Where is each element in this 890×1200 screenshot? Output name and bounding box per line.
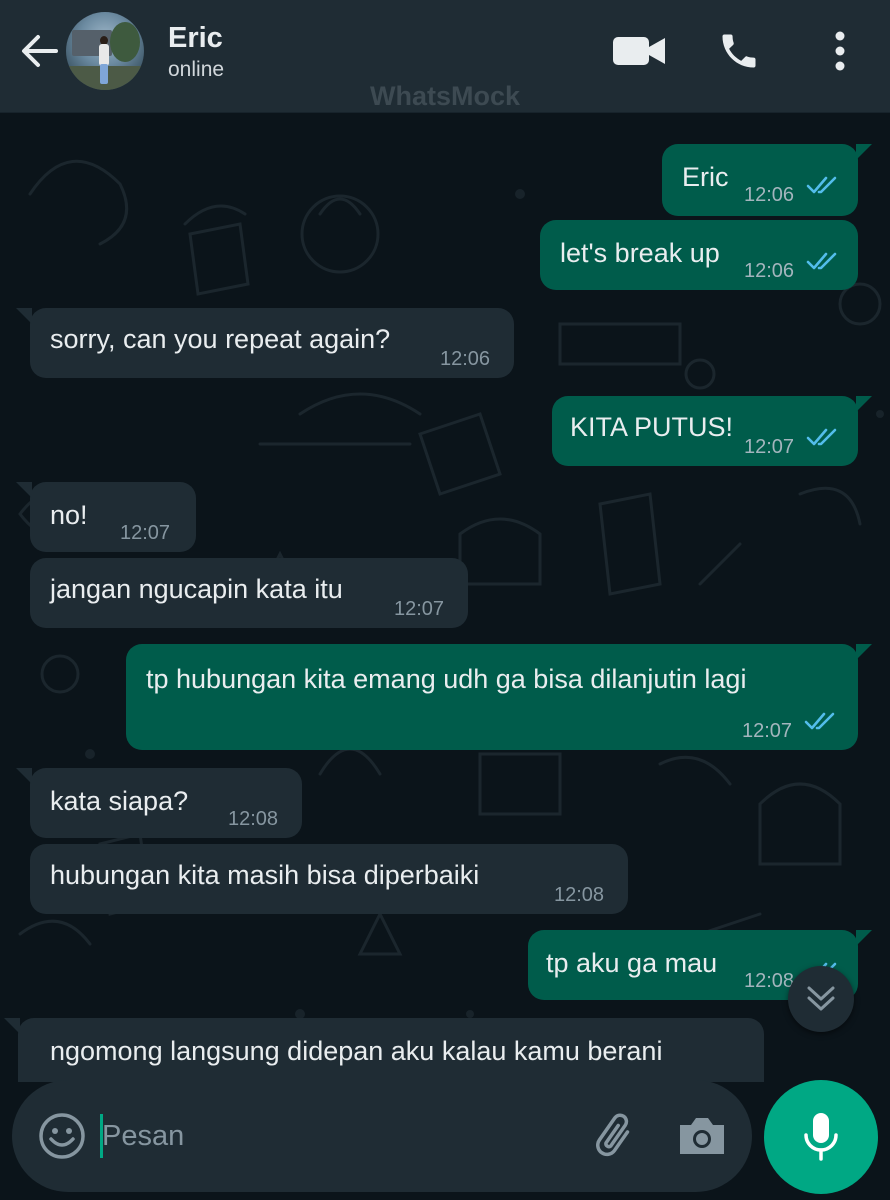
message-bubble-incoming[interactable]: no! 12:07 xyxy=(16,482,196,552)
message-text: jangan ngucapin kata itu xyxy=(50,574,343,604)
double-chevron-down-icon xyxy=(807,986,835,1011)
read-receipt-icon xyxy=(804,712,835,730)
message-text: tp hubungan kita emang udh ga bisa dilan… xyxy=(146,664,747,694)
contact-avatar[interactable] xyxy=(66,12,144,90)
message-time: 12:07 xyxy=(394,598,445,620)
message-bubble-outgoing[interactable]: tp hubungan kita emang udh ga bisa dilan… xyxy=(126,644,872,750)
read-receipt-icon xyxy=(806,252,837,270)
message-time: 12:08 xyxy=(228,808,279,830)
message-time: 12:07 xyxy=(744,436,795,458)
message-text: let's break up xyxy=(560,238,720,268)
message-time: 12:08 xyxy=(554,884,605,906)
message-list[interactable]: Eric 12:06 let's break up 12:06 sorry, c… xyxy=(0,114,890,1082)
back-arrow-icon[interactable] xyxy=(18,30,60,72)
app-watermark: WhatsMock xyxy=(369,81,521,111)
message-bubble-outgoing[interactable]: let's break up 12:06 xyxy=(540,220,858,290)
message-text: kata siapa? xyxy=(50,786,189,816)
contact-name[interactable]: Eric xyxy=(168,22,223,55)
message-bubble-incoming[interactable]: kata siapa? 12:08 xyxy=(16,768,302,838)
microphone-icon xyxy=(804,1113,838,1161)
message-text: sorry, can you repeat again? xyxy=(50,324,391,354)
message-bubble-outgoing[interactable]: KITA PUTUS! 12:07 xyxy=(552,396,872,466)
contact-status: online xyxy=(168,58,225,81)
message-time: 12:07 xyxy=(120,522,171,544)
message-bubble-incoming[interactable]: sorry, can you repeat again? 12:06 xyxy=(16,308,514,378)
message-bubble-incoming[interactable]: hubungan kita masih bisa diperbaiki 12:0… xyxy=(30,844,628,914)
message-bubble-incoming[interactable]: ngomong langsung didepan aku kalau kamu … xyxy=(4,1018,764,1082)
message-text: ngomong langsung didepan aku kalau kamu … xyxy=(50,1036,663,1066)
message-time: 12:06 xyxy=(744,184,795,206)
message-text: Eric xyxy=(682,162,729,192)
more-options-icon[interactable] xyxy=(820,26,860,76)
message-time: 12:06 xyxy=(440,348,491,370)
read-receipt-icon xyxy=(806,176,837,194)
paperclip-icon[interactable] xyxy=(588,1108,644,1164)
message-bubble-outgoing[interactable]: Eric 12:06 xyxy=(662,144,872,216)
read-receipt-icon xyxy=(806,428,837,446)
microphone-button[interactable] xyxy=(764,1080,878,1194)
scroll-to-bottom-button[interactable] xyxy=(788,966,854,1032)
message-composer xyxy=(12,1080,752,1192)
voice-call-icon[interactable] xyxy=(712,26,766,76)
message-text: no! xyxy=(50,500,88,530)
message-time: 12:07 xyxy=(742,720,793,742)
message-input[interactable] xyxy=(102,1108,572,1164)
message-time: 12:08 xyxy=(744,970,795,992)
camera-icon[interactable] xyxy=(676,1110,728,1162)
message-text: KITA PUTUS! xyxy=(570,412,734,442)
message-bubble-incoming[interactable]: jangan ngucapin kata itu 12:07 xyxy=(30,558,468,628)
video-call-icon[interactable] xyxy=(608,26,670,76)
chat-header: Eric online WhatsMock xyxy=(0,0,890,113)
message-time: 12:06 xyxy=(744,260,795,282)
message-text: tp aku ga mau xyxy=(546,948,718,978)
message-text: hubungan kita masih bisa diperbaiki xyxy=(50,860,480,890)
emoji-icon[interactable] xyxy=(38,1112,86,1160)
